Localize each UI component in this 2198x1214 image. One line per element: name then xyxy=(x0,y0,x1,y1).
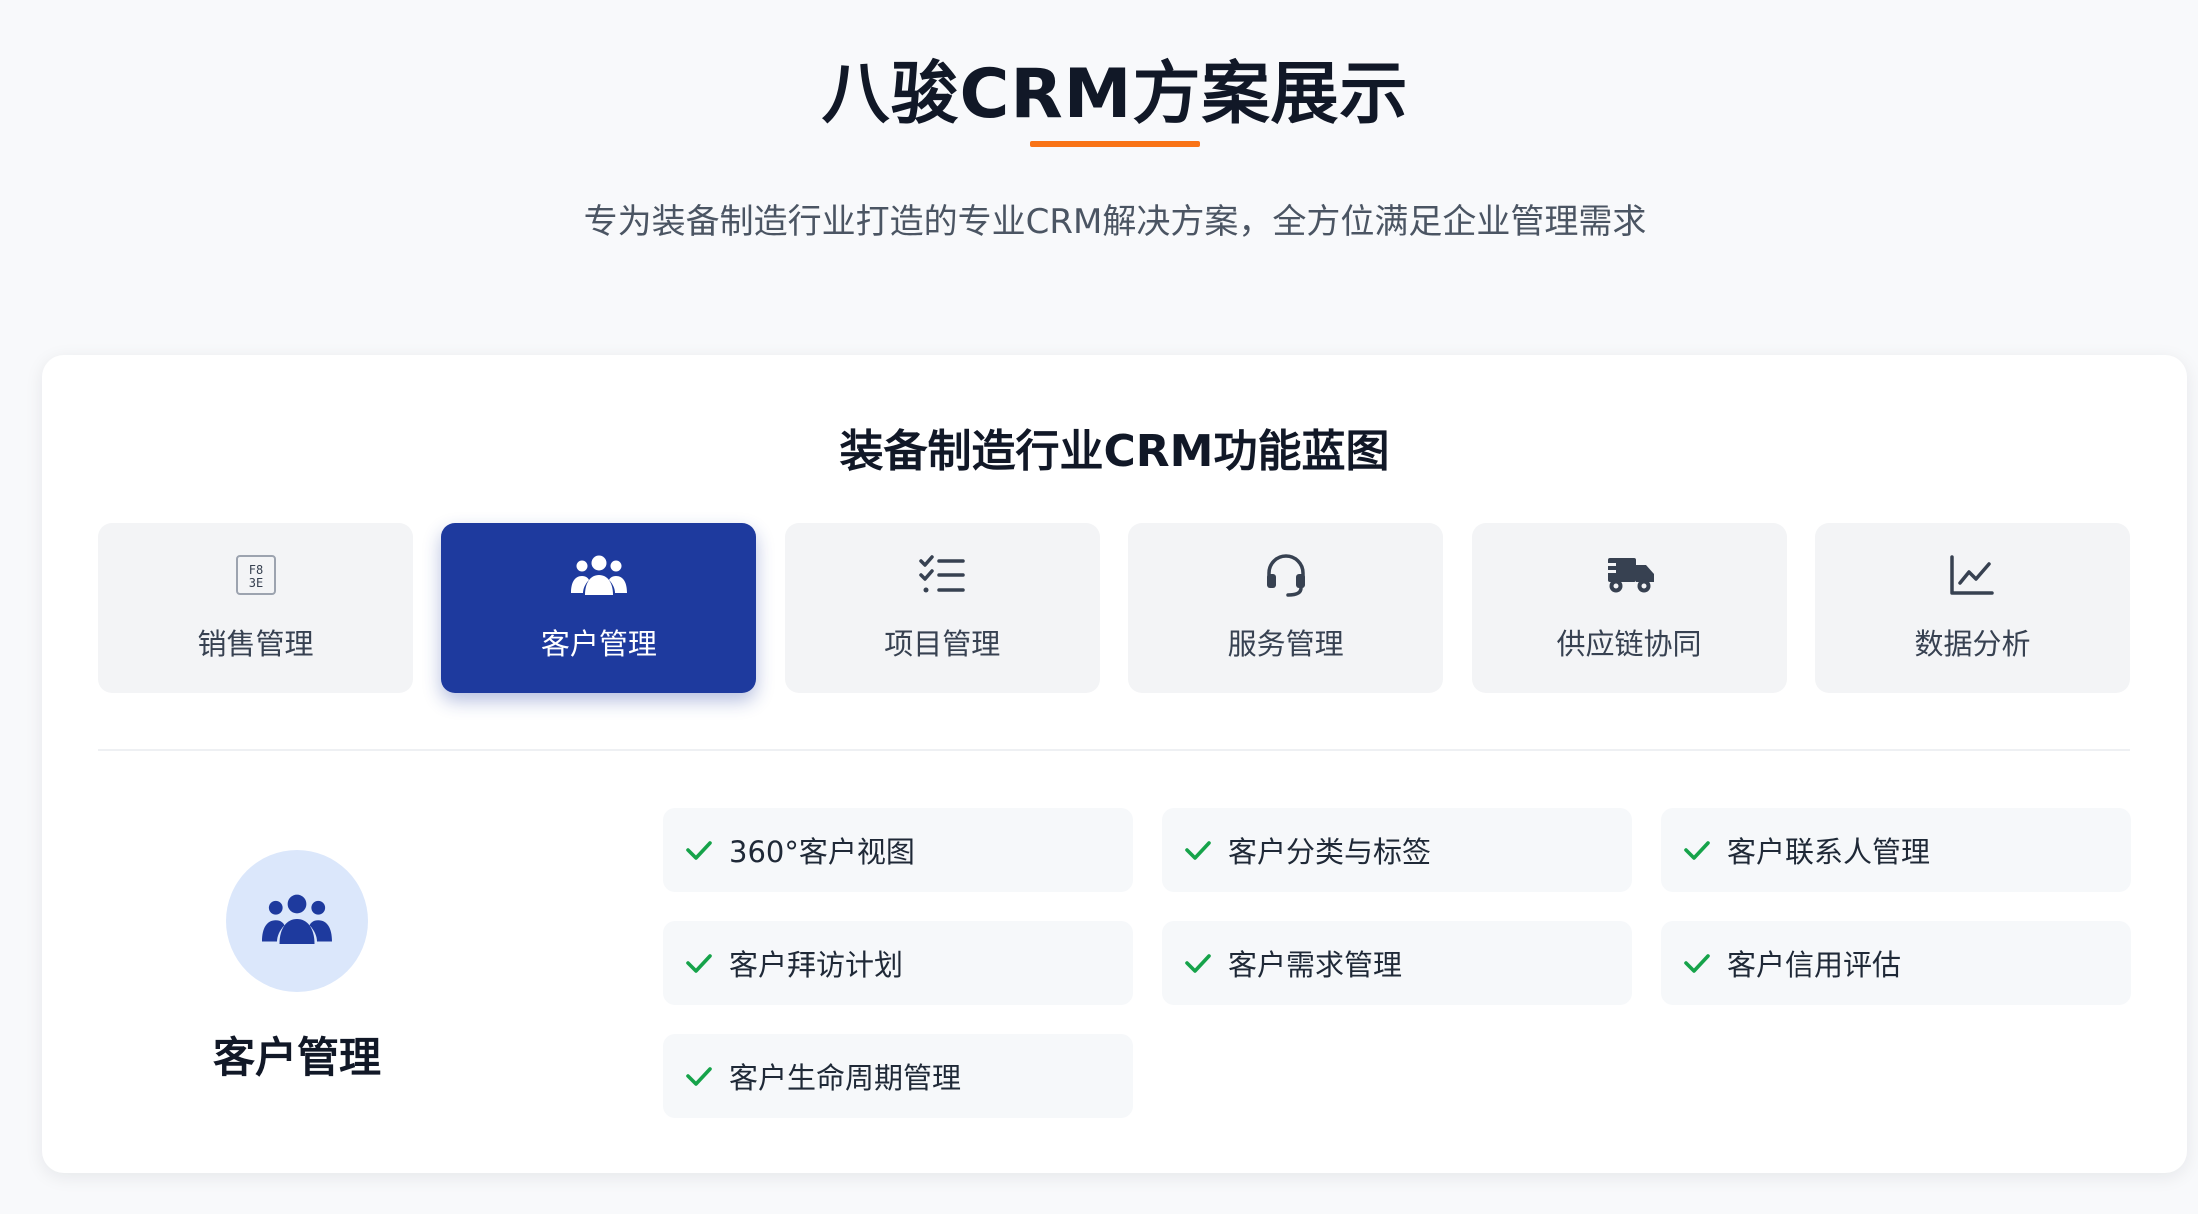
check-icon xyxy=(686,841,712,860)
feature-text: 客户生命周期管理 xyxy=(729,1061,962,1095)
svg-text:3E: 3E xyxy=(248,576,262,590)
svg-text:F8: F8 xyxy=(248,563,262,577)
checklist-icon xyxy=(912,545,972,605)
feature-text: 客户拜访计划 xyxy=(729,948,904,982)
selected-module: 客户管理 xyxy=(182,850,412,1085)
title-underline xyxy=(1030,141,1200,147)
tab-label: 项目管理 xyxy=(884,627,1001,661)
tab-label: 客户管理 xyxy=(540,627,657,661)
tab-sales[interactable]: F8 3E 销售管理 xyxy=(98,523,413,693)
tab-label: 服务管理 xyxy=(1227,627,1344,661)
blueprint-card: 装备制造行业CRM功能蓝图 F8 3E 销售管理 客户管理 项目管理 服务管理 … xyxy=(42,355,2187,1173)
feature-item: 客户需求管理 xyxy=(1162,921,1632,1005)
users-icon xyxy=(569,545,629,605)
module-title: 客户管理 xyxy=(212,1033,381,1082)
feature-item: 客户拜访计划 xyxy=(663,921,1133,1005)
feature-item: 客户联系人管理 xyxy=(1661,808,2131,892)
feature-item: 客户生命周期管理 xyxy=(663,1034,1133,1118)
feature-list: 360°客户视图 客户分类与标签 客户联系人管理 客户拜访计划 客户需求管理 客… xyxy=(663,808,2133,1118)
users-icon xyxy=(262,891,332,951)
check-icon xyxy=(1684,954,1710,973)
page-subtitle: 专为装备制造行业打造的专业CRM解决方案，全方位满足企业管理需求 xyxy=(583,202,1647,242)
feature-text: 360°客户视图 xyxy=(729,835,915,869)
feature-item: 客户分类与标签 xyxy=(1162,808,1632,892)
tab-customers[interactable]: 客户管理 xyxy=(441,523,757,693)
tab-label: 销售管理 xyxy=(197,627,314,661)
check-icon xyxy=(1684,841,1710,860)
feature-text: 客户信用评估 xyxy=(1727,948,1902,982)
tab-label: 数据分析 xyxy=(1914,627,2031,661)
check-icon xyxy=(686,1067,712,1086)
headset-icon xyxy=(1256,545,1316,605)
tab-service[interactable]: 服务管理 xyxy=(1128,523,1444,693)
page-title: 八骏CRM方案展示 xyxy=(821,55,1409,134)
tab-analytics[interactable]: 数据分析 xyxy=(1814,523,2130,693)
check-icon xyxy=(1185,954,1211,973)
feature-text: 客户分类与标签 xyxy=(1228,835,1432,869)
tab-label: 供应链协同 xyxy=(1556,627,1702,661)
feature-item: 360°客户视图 xyxy=(663,808,1133,892)
section-divider xyxy=(98,749,2130,751)
line-chart-icon xyxy=(1942,545,2002,605)
truck-icon xyxy=(1599,545,1659,605)
sales-icon: F8 3E xyxy=(226,545,286,605)
check-icon xyxy=(1185,841,1211,860)
feature-text: 客户需求管理 xyxy=(1228,948,1403,982)
module-tabs: F8 3E 销售管理 客户管理 项目管理 服务管理 供应链协同 数据分析 xyxy=(98,523,2130,693)
tab-projects[interactable]: 项目管理 xyxy=(784,523,1100,693)
blueprint-title: 装备制造行业CRM功能蓝图 xyxy=(839,426,1390,477)
check-icon xyxy=(686,954,712,973)
feature-item: 客户信用评估 xyxy=(1661,921,2131,1005)
page: 八骏CRM方案展示 专为装备制造行业打造的专业CRM解决方案，全方位满足企业管理… xyxy=(0,0,2198,1214)
module-icon-circle xyxy=(226,850,368,992)
tab-supply-chain[interactable]: 供应链协同 xyxy=(1471,523,1787,693)
feature-text: 客户联系人管理 xyxy=(1727,835,1931,869)
